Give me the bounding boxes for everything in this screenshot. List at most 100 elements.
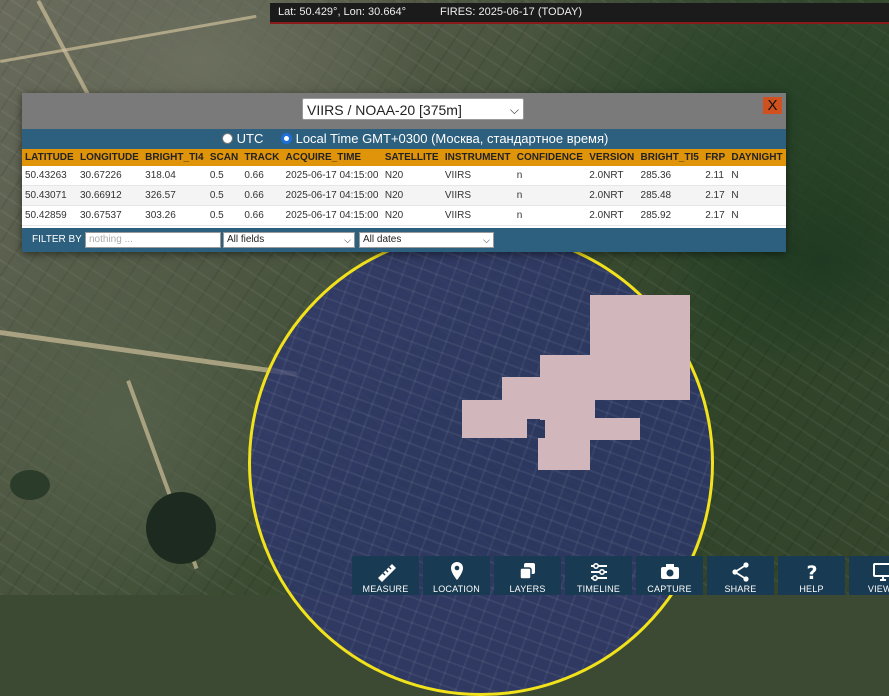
cursor-coordinates: Lat: 50.429°, Lon: 30.664° — [278, 3, 406, 22]
column-header[interactable]: SCAN — [207, 149, 242, 166]
map-pin-icon — [445, 560, 469, 584]
field-select[interactable]: All fields ⌵ — [223, 232, 355, 248]
table-cell: 2025-06-17 04:15:00 — [283, 206, 382, 226]
table-cell: 2.17 — [702, 206, 728, 226]
table-cell: 2.11 — [702, 166, 728, 186]
monitor-icon — [871, 560, 889, 584]
toolbar-label: LOCATION — [423, 584, 490, 594]
table-cell: 50.43263 — [22, 166, 77, 186]
table-cell: 2.17 — [702, 186, 728, 206]
table-cell: VIIRS — [442, 166, 514, 186]
column-header[interactable]: VERSION — [586, 149, 637, 166]
toolbar-label: VIEW I — [849, 584, 889, 594]
table-cell: 318.04 — [142, 166, 207, 186]
toolbar-button-timeline[interactable]: TIMELINE — [565, 556, 632, 595]
toolbar-button-share[interactable]: SHARE — [707, 556, 774, 595]
column-header[interactable]: CONFIDENCE — [514, 149, 586, 166]
chevron-down-icon: ⌵ — [344, 233, 351, 247]
table-cell: N — [728, 186, 786, 206]
date-select[interactable]: All dates ⌵ — [359, 232, 494, 248]
column-header[interactable]: BRIGHT_TI5 — [638, 149, 703, 166]
table-cell: 0.66 — [241, 206, 282, 226]
field-select-value: All fields — [227, 234, 264, 245]
table-cell: N20 — [382, 186, 442, 206]
toolbar-label: HELP — [778, 584, 845, 594]
fire-pixel[interactable] — [462, 400, 527, 438]
chevron-down-icon: ⌵ — [483, 233, 490, 247]
table-cell: 2.0NRT — [586, 166, 637, 186]
table-cell: VIIRS — [442, 186, 514, 206]
utc-radio[interactable] — [222, 133, 233, 144]
column-header[interactable]: LONGITUDE — [77, 149, 142, 166]
table-cell: 50.43071 — [22, 186, 77, 206]
svg-text:?: ? — [806, 562, 817, 584]
filter-bar: FILTER BY nothing ... All fields ⌵ All d… — [22, 228, 786, 252]
column-header[interactable]: BRIGHT_TI4 — [142, 149, 207, 166]
status-bar: Lat: 50.429°, Lon: 30.664° FIRES: 2025-0… — [270, 3, 889, 24]
table-cell: 285.48 — [638, 186, 703, 206]
utc-label[interactable]: UTC — [237, 131, 264, 146]
road — [0, 330, 297, 377]
table-cell: 2.0NRT — [586, 206, 637, 226]
toolbar-label: CAPTURE — [636, 584, 703, 594]
table-cell: N — [728, 206, 786, 226]
filter-input[interactable]: nothing ... — [85, 232, 221, 248]
table-row[interactable]: 50.4307130.66912326.570.50.662025-06-17 … — [22, 186, 786, 206]
column-header[interactable]: DAYNIGHT — [728, 149, 786, 166]
table-cell: 0.5 — [207, 166, 242, 186]
table-cell: N20 — [382, 166, 442, 186]
satellite-select-value: VIIRS / NOAA-20 [375m] — [307, 102, 462, 118]
table-cell: 0.5 — [207, 186, 242, 206]
column-header[interactable]: FRP — [702, 149, 728, 166]
table-cell: VIIRS — [442, 206, 514, 226]
table-cell: 2025-06-17 04:15:00 — [283, 166, 382, 186]
sliders-icon — [587, 560, 611, 584]
ruler-icon — [374, 560, 398, 584]
fire-pixel[interactable] — [538, 438, 590, 470]
timezone-selector: UTC Local Time GMT+0300 (Москва, стандар… — [22, 129, 786, 149]
table-cell: 285.36 — [638, 166, 703, 186]
column-header[interactable]: SATELLITE — [382, 149, 442, 166]
toolbar-button-capture[interactable]: CAPTURE — [636, 556, 703, 595]
toolbar-button-help[interactable]: ?HELP — [778, 556, 845, 595]
toolbar-button-layers[interactable]: LAYERS — [494, 556, 561, 595]
table-cell: 0.5 — [207, 206, 242, 226]
table-cell: 285.92 — [638, 206, 703, 226]
table-cell: 50.42859 — [22, 206, 77, 226]
table-row[interactable]: 50.4326330.67226318.040.50.662025-06-17 … — [22, 166, 786, 186]
table-cell: 303.26 — [142, 206, 207, 226]
road — [0, 15, 257, 63]
share-icon — [729, 560, 753, 584]
lake — [146, 492, 216, 564]
question-icon: ? — [800, 560, 824, 584]
local-time-label[interactable]: Local Time GMT+0300 (Москва, стандартное… — [296, 131, 609, 146]
table-cell: 30.66912 — [77, 186, 142, 206]
table-cell: 0.66 — [241, 166, 282, 186]
satellite-map[interactable] — [0, 0, 889, 595]
column-header[interactable]: LATITUDE — [22, 149, 77, 166]
table-cell: 30.67537 — [77, 206, 142, 226]
toolbar-label: TIMELINE — [565, 584, 632, 594]
fire-pixel[interactable] — [590, 295, 690, 400]
filter-label: FILTER BY — [32, 234, 82, 245]
column-header[interactable]: TRACK — [241, 149, 282, 166]
camera-icon — [658, 560, 682, 584]
table-header-row: LATITUDELONGITUDEBRIGHT_TI4SCANTRACKACQU… — [22, 149, 786, 166]
toolbar-button-view-i[interactable]: VIEW I — [849, 556, 889, 595]
column-header[interactable]: ACQUIRE_TIME — [283, 149, 382, 166]
column-header[interactable]: INSTRUMENT — [442, 149, 514, 166]
table-cell: 30.67226 — [77, 166, 142, 186]
toolbar-button-location[interactable]: LOCATION — [423, 556, 490, 595]
table-row[interactable]: 50.4285930.67537303.260.50.662025-06-17 … — [22, 206, 786, 226]
toolbar-button-measure[interactable]: MEASURE — [352, 556, 419, 595]
toolbar-label: MEASURE — [352, 584, 419, 594]
table-cell: n — [514, 166, 586, 186]
satellite-select[interactable]: VIIRS / NOAA-20 [375m] ⌵ — [302, 98, 524, 120]
panel-header: VIIRS / NOAA-20 [375m] ⌵ X — [22, 93, 786, 129]
chevron-down-icon: ⌵ — [510, 99, 519, 121]
table-cell: n — [514, 206, 586, 226]
local-time-radio[interactable] — [281, 133, 292, 144]
close-button[interactable]: X — [763, 97, 782, 114]
table-cell: 0.66 — [241, 186, 282, 206]
fire-pixel[interactable] — [545, 418, 640, 440]
